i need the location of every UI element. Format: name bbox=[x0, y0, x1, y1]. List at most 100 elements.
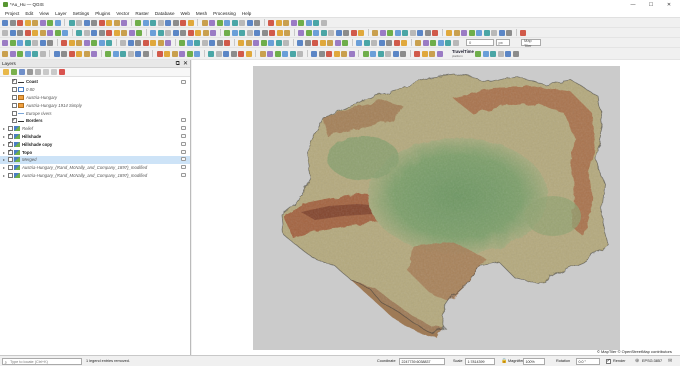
new-project-icon[interactable] bbox=[483, 29, 490, 36]
zoom-out-icon[interactable] bbox=[313, 29, 319, 36]
zoom-out-icon[interactable] bbox=[17, 50, 23, 57]
new-project-icon[interactable] bbox=[231, 29, 238, 36]
new-3d-view-icon[interactable] bbox=[76, 50, 82, 57]
unit-combobox[interactable]: px bbox=[495, 39, 510, 46]
map-tips-icon[interactable] bbox=[179, 39, 185, 46]
expand-arrow-icon[interactable]: ▸ bbox=[2, 126, 6, 131]
save-as-icon[interactable] bbox=[223, 50, 229, 57]
zoom-layer-icon[interactable] bbox=[76, 29, 82, 36]
save-as-icon[interactable] bbox=[283, 19, 289, 26]
open-attribute-table-icon[interactable] bbox=[392, 50, 399, 57]
zoom-layer-icon[interactable] bbox=[98, 19, 105, 26]
manage-map-themes-icon[interactable] bbox=[19, 69, 25, 75]
new-map-view-icon[interactable] bbox=[356, 39, 362, 46]
expand-arrow-icon[interactable]: ▸ bbox=[2, 157, 6, 162]
menu-edit[interactable]: Edit bbox=[22, 11, 36, 16]
temporal-controller-icon[interactable] bbox=[150, 19, 156, 26]
pan-map-icon[interactable] bbox=[32, 29, 38, 36]
save-project-icon[interactable] bbox=[238, 39, 244, 46]
layer-indicator-icon[interactable] bbox=[181, 134, 186, 139]
show-bookmarks-icon[interactable] bbox=[436, 50, 443, 57]
zoom-full-icon[interactable] bbox=[320, 29, 327, 36]
identify-icon[interactable] bbox=[136, 29, 142, 36]
layer-visibility-checkbox[interactable] bbox=[7, 132, 13, 139]
zoom-last-icon[interactable] bbox=[53, 50, 60, 57]
layer-visibility-checkbox[interactable] bbox=[7, 157, 13, 163]
statistics-icon[interactable] bbox=[201, 19, 208, 26]
zoom-last-icon[interactable] bbox=[91, 29, 97, 36]
new-3d-view-icon[interactable] bbox=[142, 19, 149, 26]
select-features-icon[interactable] bbox=[150, 29, 156, 36]
layer-row[interactable]: ▸ Merged bbox=[0, 155, 190, 164]
pan-to-selection-icon[interactable] bbox=[267, 50, 273, 57]
open-attribute-table-icon[interactable] bbox=[415, 39, 421, 46]
coordinate-field[interactable]: 2247739.6038837 bbox=[399, 358, 445, 365]
style-manager-icon[interactable] bbox=[245, 50, 252, 57]
layout-manager-icon[interactable] bbox=[238, 50, 244, 57]
layer-visibility-checkbox[interactable] bbox=[7, 140, 13, 147]
statistics-icon[interactable] bbox=[172, 29, 179, 36]
layer-row[interactable]: Austria-Hungary 1914 Simply bbox=[0, 101, 190, 109]
map-tips-icon[interactable] bbox=[156, 50, 163, 57]
statistics-icon[interactable] bbox=[400, 50, 406, 57]
print-layout-icon[interactable] bbox=[32, 19, 38, 26]
deselect-icon[interactable] bbox=[120, 50, 126, 57]
open-attribute-table-icon[interactable] bbox=[417, 29, 423, 36]
pan-to-selection-icon[interactable] bbox=[298, 29, 304, 36]
new-project-icon[interactable] bbox=[254, 19, 260, 26]
menu-raster[interactable]: Raster bbox=[132, 11, 152, 16]
zoom-layer-icon[interactable] bbox=[297, 50, 303, 57]
layer-indicator-icon[interactable] bbox=[181, 157, 186, 162]
pan-map-icon[interactable] bbox=[54, 19, 61, 26]
remove-layer-icon[interactable] bbox=[59, 69, 65, 75]
open-attribute-table-icon[interactable] bbox=[150, 39, 156, 46]
zoom-last-icon[interactable] bbox=[76, 39, 82, 46]
layer-indicator-icon[interactable] bbox=[181, 126, 186, 131]
expand-arrow-icon[interactable]: ▸ bbox=[2, 142, 6, 147]
select-features-icon[interactable] bbox=[135, 39, 141, 46]
deselect-icon[interactable] bbox=[401, 39, 407, 46]
layer-visibility-checkbox[interactable] bbox=[7, 165, 13, 171]
map-tips-icon[interactable] bbox=[187, 29, 194, 36]
crs-label[interactable]: EPSG:3857 bbox=[642, 359, 662, 363]
open-project-icon[interactable] bbox=[239, 29, 245, 36]
style-manager-icon[interactable] bbox=[505, 50, 512, 57]
zoom-next-icon[interactable] bbox=[350, 29, 357, 36]
print-layout-icon[interactable] bbox=[520, 29, 526, 36]
zoom-next-icon[interactable] bbox=[61, 50, 67, 57]
layer-row[interactable]: ▸ Austria-Hungary_(Rand_McNally_and_Compa… bbox=[0, 164, 190, 172]
minimize-button[interactable]: — bbox=[624, 0, 642, 9]
save-as-icon[interactable] bbox=[506, 29, 512, 36]
layer-row[interactable]: ▸ Hillshade bbox=[0, 132, 190, 141]
temporal-controller-icon[interactable] bbox=[371, 39, 377, 46]
text-annotation-icon[interactable] bbox=[186, 50, 193, 57]
pan-to-selection-icon[interactable] bbox=[283, 39, 289, 46]
new-bookmark-icon[interactable] bbox=[429, 50, 435, 57]
zoom-selection-icon[interactable] bbox=[68, 39, 75, 46]
style-manager-icon[interactable] bbox=[9, 39, 16, 46]
zoom-full-icon[interactable] bbox=[91, 19, 97, 26]
temporal-controller-icon[interactable] bbox=[83, 50, 90, 57]
open-project-icon[interactable] bbox=[268, 19, 274, 26]
layer-row[interactable]: ▸ Austria-Hungary_(Rand_McNally_and_Compa… bbox=[0, 172, 190, 180]
annotation-icon[interactable] bbox=[210, 29, 216, 36]
traveltime-plugin-button[interactable]: TravelTime platform bbox=[452, 49, 474, 58]
expand-arrow-icon[interactable]: ▸ bbox=[2, 173, 6, 178]
open-project-icon[interactable] bbox=[224, 39, 230, 46]
map-tips-icon[interactable] bbox=[216, 19, 223, 26]
measure-icon[interactable] bbox=[432, 29, 438, 36]
statistics-icon[interactable] bbox=[157, 39, 164, 46]
zoom-layer-icon[interactable] bbox=[319, 39, 326, 46]
identify-icon[interactable] bbox=[394, 29, 401, 36]
identify-icon[interactable] bbox=[370, 50, 376, 57]
layout-manager-icon[interactable] bbox=[298, 19, 304, 26]
zoom-layer-icon[interactable] bbox=[61, 39, 67, 46]
identify-icon[interactable] bbox=[165, 19, 171, 26]
select-features-icon[interactable] bbox=[393, 39, 400, 46]
new-map-view-icon[interactable] bbox=[91, 39, 97, 46]
identify-icon[interactable] bbox=[127, 39, 134, 46]
zoom-out-icon[interactable] bbox=[304, 39, 311, 46]
layout-manager-icon[interactable] bbox=[17, 29, 23, 36]
pan-map-icon[interactable] bbox=[17, 39, 23, 46]
temporal-controller-icon[interactable] bbox=[121, 29, 127, 36]
